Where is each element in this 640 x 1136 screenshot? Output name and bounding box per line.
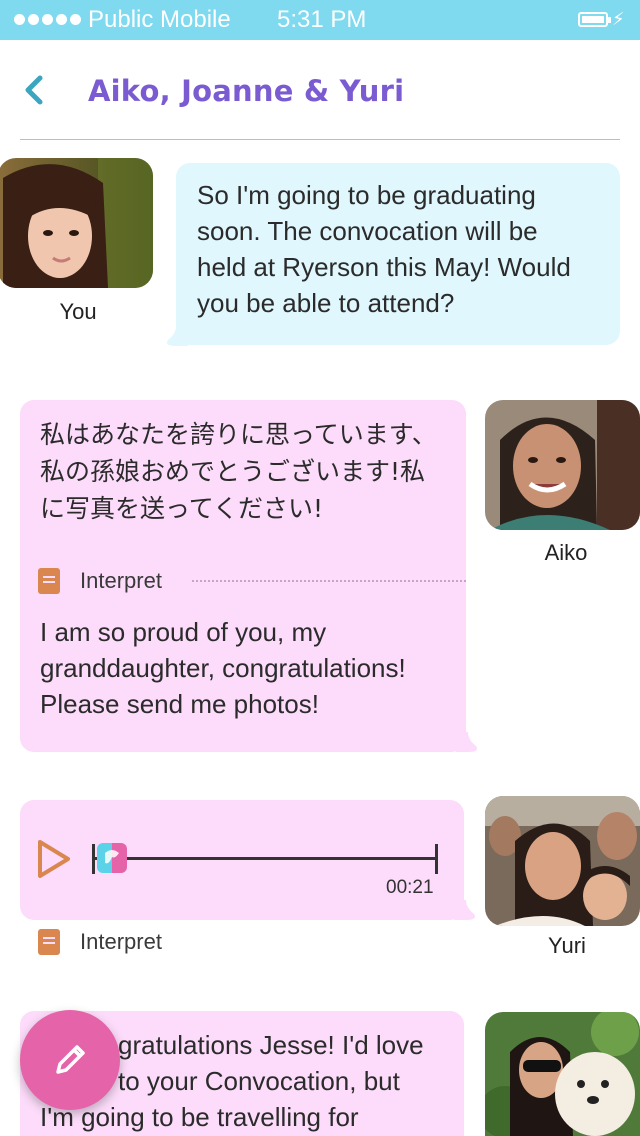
original-message-text: 私はあなたを誇りに思っています、 私の孫娘おめでとうございます!私 に写真を送っ… [40, 420, 437, 523]
battery-icon [578, 12, 611, 27]
bubble-tail [454, 900, 475, 920]
interpret-label: Interpret [80, 929, 162, 954]
header-divider [20, 139, 620, 140]
interpret-toggle[interactable]: Interpret [38, 568, 162, 594]
status-time: 5:31 PM [277, 6, 367, 33]
audio-message-bubble[interactable]: 00:21 [20, 800, 464, 920]
avatar-you[interactable] [0, 158, 153, 288]
back-chevron-icon[interactable] [20, 70, 50, 110]
audio-track-end [435, 844, 438, 874]
translation-text: I am so proud of you, my granddaughter, … [40, 617, 406, 719]
compose-button[interactable] [20, 1010, 120, 1110]
bubble-tail [456, 732, 477, 752]
sender-name-you: You [59, 299, 97, 324]
carrier-name: Public Mobile [88, 6, 231, 33]
avatar-aiko[interactable] [485, 400, 640, 530]
message-text: to your Convocation, but [118, 1066, 400, 1096]
message-text: So I'm going to be graduating soon. The … [197, 180, 571, 318]
audio-progress-track[interactable] [92, 857, 438, 860]
bubble-tail [167, 326, 188, 346]
audio-scrubber-handle[interactable] [97, 843, 127, 873]
interpret-toggle[interactable]: Interpret [38, 929, 162, 955]
book-icon [38, 568, 60, 594]
status-bar: Public Mobile 5:31 PM ⚡ [0, 0, 640, 40]
message-bubble-you[interactable]: So I'm going to be graduating soon. The … [176, 163, 620, 345]
charging-bolt-icon: ⚡ [612, 9, 625, 30]
avatar-joanne[interactable] [485, 1012, 640, 1136]
chat-header: Aiko, Joanne & Yuri [0, 40, 640, 140]
message-bubble-aiko[interactable]: 私はあなたを誇りに思っています、 私の孫娘おめでとうございます!私 に写真を送っ… [20, 400, 466, 752]
book-icon [38, 929, 60, 955]
sender-name-aiko: Aiko [544, 540, 588, 565]
chat-title: Aiko, Joanne & Yuri [88, 74, 405, 108]
interpret-label: Interpret [80, 568, 162, 593]
avatar-yuri[interactable] [485, 796, 640, 926]
play-icon[interactable] [36, 838, 72, 885]
audio-duration: 00:21 [386, 877, 434, 898]
dotted-divider [192, 580, 466, 582]
signal-strength-icon [14, 14, 81, 25]
pencil-icon [56, 1045, 85, 1074]
sender-name-yuri: Yuri [548, 933, 586, 958]
message-text: gratulations Jesse! I'd love [118, 1030, 424, 1060]
